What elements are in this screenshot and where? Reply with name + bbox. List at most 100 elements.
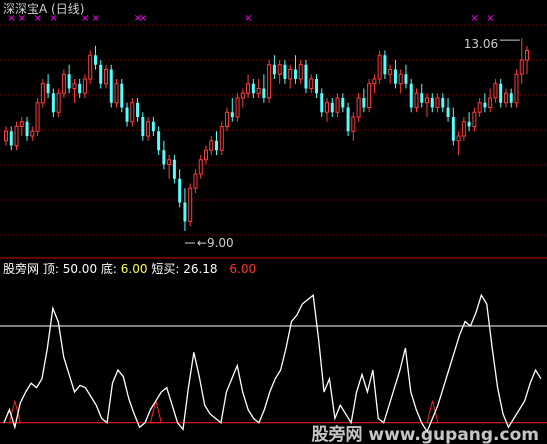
candle-body <box>435 97 440 108</box>
low-price-label: ←9.00 <box>197 236 234 250</box>
candle-body <box>430 98 434 108</box>
candle-body <box>151 121 155 132</box>
candle-body <box>388 69 393 75</box>
chart-canvas: 13.06←9.00× × × × × × ×× × × × <box>0 13 547 434</box>
candle-body <box>441 98 445 108</box>
candle-body <box>503 92 508 104</box>
candle-body <box>35 102 40 132</box>
candle-body <box>103 69 108 85</box>
candle-body <box>293 69 297 79</box>
candle-body <box>225 111 230 127</box>
signal-marker: × <box>244 13 252 24</box>
candle-body <box>499 83 503 103</box>
candle-body <box>120 83 124 108</box>
candle-body <box>267 64 272 99</box>
candle-body <box>203 149 208 161</box>
candle-body <box>193 173 198 189</box>
candle-body <box>298 64 303 80</box>
candle-body <box>351 116 356 132</box>
candle-body <box>88 54 93 80</box>
indicator-line <box>3 293 542 434</box>
candle-body <box>40 83 45 104</box>
candle-body <box>372 78 377 85</box>
candle-body <box>146 121 151 137</box>
candle-body <box>472 111 477 127</box>
candle-body <box>9 131 13 146</box>
signal-marker: × <box>91 13 99 24</box>
candle-body <box>188 187 193 222</box>
candle-body <box>109 69 113 103</box>
candle-body <box>61 73 66 94</box>
candle-body <box>219 126 224 151</box>
candle-body <box>409 83 413 108</box>
candle-body <box>19 121 24 127</box>
candle-body <box>488 97 493 108</box>
candle-body <box>456 135 461 142</box>
candle-body <box>446 107 450 117</box>
candle-body <box>78 83 82 94</box>
candle-body <box>172 159 176 179</box>
candle-body <box>461 121 466 137</box>
candle-body <box>30 130 35 137</box>
candle-body <box>272 64 276 75</box>
candle-body <box>4 130 8 142</box>
short-buy-label: 短买: <box>151 262 180 276</box>
indicator-name: 股旁网 <box>3 262 40 276</box>
candle-body <box>125 107 129 122</box>
watermark: 股旁网 www.gupang.com <box>311 425 539 444</box>
candle-body <box>157 131 161 151</box>
candle-body <box>141 117 145 136</box>
candle-body <box>99 64 103 84</box>
candle-body <box>404 74 408 84</box>
candle-body <box>509 93 513 103</box>
candle-body <box>356 97 361 118</box>
candle-body <box>514 73 519 104</box>
candle-body <box>377 54 382 80</box>
candle-body <box>235 97 240 118</box>
candle-body <box>93 55 97 65</box>
candle-body <box>215 140 219 151</box>
candle-body <box>288 69 293 80</box>
candle-body <box>246 83 251 94</box>
candle-body <box>383 55 387 75</box>
candle-body <box>114 83 119 104</box>
candle-body <box>82 78 87 94</box>
candle-body <box>56 92 61 113</box>
short-buy-value: 26.18 <box>183 262 218 276</box>
candle-body <box>230 112 234 117</box>
candle-body <box>46 83 50 94</box>
candle-body <box>25 121 29 136</box>
candle-body <box>362 98 366 108</box>
candle-body <box>240 92 245 99</box>
candle-body <box>277 64 282 75</box>
candle-body <box>420 93 424 103</box>
candle-body <box>367 83 372 108</box>
candle-body <box>335 97 340 113</box>
signal-marker: × <box>470 13 478 24</box>
candle-body <box>477 102 482 113</box>
candle-body <box>493 83 498 99</box>
candle-body <box>262 88 266 98</box>
candle-body <box>314 79 318 94</box>
candle-body <box>130 102 135 123</box>
candle-body <box>209 140 214 151</box>
candle-body <box>72 83 77 89</box>
bottom-signal-spike <box>149 400 162 424</box>
chart-window: { "window": { "title": "深深宝A (日线)", "wat… <box>0 0 547 444</box>
candle-body <box>256 88 261 94</box>
candle-body <box>167 159 172 165</box>
candle-body <box>467 121 471 127</box>
candle-body <box>178 178 182 203</box>
top-value: 50.00 <box>62 262 98 276</box>
signal-marker: × <box>486 13 494 24</box>
candle-body <box>309 78 314 89</box>
candle-body <box>425 97 430 104</box>
candle-body <box>483 102 487 108</box>
candle-body <box>162 150 166 165</box>
bottom-value: 6.00 <box>120 262 148 276</box>
candle-body <box>346 107 350 132</box>
candle-body <box>51 93 55 113</box>
candle-body <box>525 50 529 61</box>
candle-body <box>14 126 19 146</box>
signal-marker: × <box>139 13 147 24</box>
